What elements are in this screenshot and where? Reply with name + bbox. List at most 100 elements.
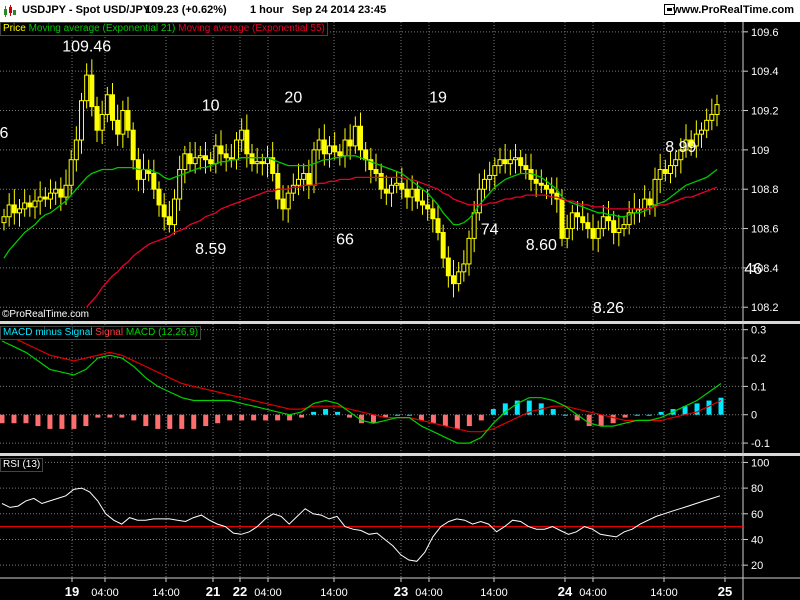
macd-hist-bar [167,414,173,429]
rsi-line [1,487,721,562]
candle [482,178,487,190]
candle [621,224,627,230]
macd-hist-bar [35,414,41,427]
price-axis-tick-label: 109 [751,145,769,157]
macd-hist-bar [83,414,89,427]
candle [244,129,250,155]
legend-signal: Signal [95,327,124,338]
price-annotation: 66 [336,231,354,248]
legend-ema21: Moving average (Exponential 21) [28,23,176,34]
price-legend: Price Moving average (Exponential 21) Mo… [0,22,328,36]
candle [492,165,498,176]
macd-hist-bar [95,414,101,418]
macd-axis-tick-label: 0.2 [751,353,766,365]
candle [662,169,668,174]
candle [6,204,12,218]
candle [316,139,322,151]
candle [192,157,198,165]
price-annotation: 6 [0,125,9,142]
chart-canvas: 19 04:00 14:00 21 22 04:00 14:00 23 04:00 14:00 24… [0,22,800,600]
x-tick-label: 25 [718,584,732,599]
candle [32,200,38,208]
candle [657,169,663,180]
candle [259,161,265,165]
pane-separator [0,453,800,456]
candle [99,113,105,131]
candle [84,74,90,102]
macd-hist-bar [442,414,448,427]
candle [704,119,710,131]
price-annotation: 8.59 [195,241,226,258]
candle [53,188,59,194]
macd-line [1,340,722,444]
x-tick-label: 19 [65,584,79,599]
price-annotation: 19 [429,90,447,107]
candle [1,216,7,224]
candle [497,159,503,167]
price-annotation: 8.60 [526,237,557,254]
candle [296,178,301,186]
macd-hist-bar [406,414,412,416]
macd-hist-bar [131,414,137,421]
price-axis-tick-label: 108.6 [751,224,779,236]
candle [425,204,431,210]
macd-hist-bar [478,414,484,421]
candle [327,145,332,155]
candle [435,218,441,233]
price-annotation: 10 [202,98,220,115]
candle [471,212,477,239]
candle [11,204,17,214]
macd-hist-bar [227,414,233,421]
macd-hist-bar [454,414,460,429]
candle [533,178,539,184]
candle [363,149,369,161]
candle [502,159,508,165]
candle [404,188,410,198]
candle [27,202,33,208]
candle [68,159,74,186]
x-tick-label: 04:00 [91,587,119,599]
candle [445,257,451,277]
macd-hist-bar [71,414,77,429]
candle [37,196,43,202]
macd-hist-bar [646,414,652,416]
pane-separator [0,321,800,324]
macd-hist-bar [311,411,317,415]
candle [538,182,544,186]
macd-hist-bar [0,414,5,424]
x-tick-label: 14:00 [480,587,508,599]
rsi-axis-tick-label: 80 [751,483,763,495]
candle [600,216,606,230]
price-axis-tick-label: 109.2 [751,106,779,118]
candle [487,174,493,180]
candle [17,208,22,214]
legend-price: Price [3,23,26,34]
candle [177,169,183,200]
candle [115,119,121,135]
price-annotation: 109.46 [62,39,111,56]
macd-hist-bar [119,414,125,418]
candle [642,198,648,210]
x-tick-label: 04:00 [579,587,607,599]
x-tick-label: 14:00 [320,587,348,599]
candle [125,110,131,131]
candle [79,100,84,141]
candle [513,157,518,161]
macd-hist-bar [430,414,436,424]
macd-hist-bar [107,414,113,418]
candle [63,184,69,198]
candle [239,129,245,141]
macd-hist-bar [370,414,376,424]
candle [399,182,405,190]
candle [58,188,64,198]
candle [203,155,208,161]
macd-hist-bar [694,403,700,415]
candle [151,172,157,190]
candle [89,74,95,108]
x-tick-label: 22 [233,584,247,599]
price-annotation: 8.26 [593,300,624,317]
candle [373,169,379,174]
macd-hist-bar [634,414,640,416]
macd-hist-bar [299,414,305,418]
price-annotation: 8.99 [665,139,696,156]
